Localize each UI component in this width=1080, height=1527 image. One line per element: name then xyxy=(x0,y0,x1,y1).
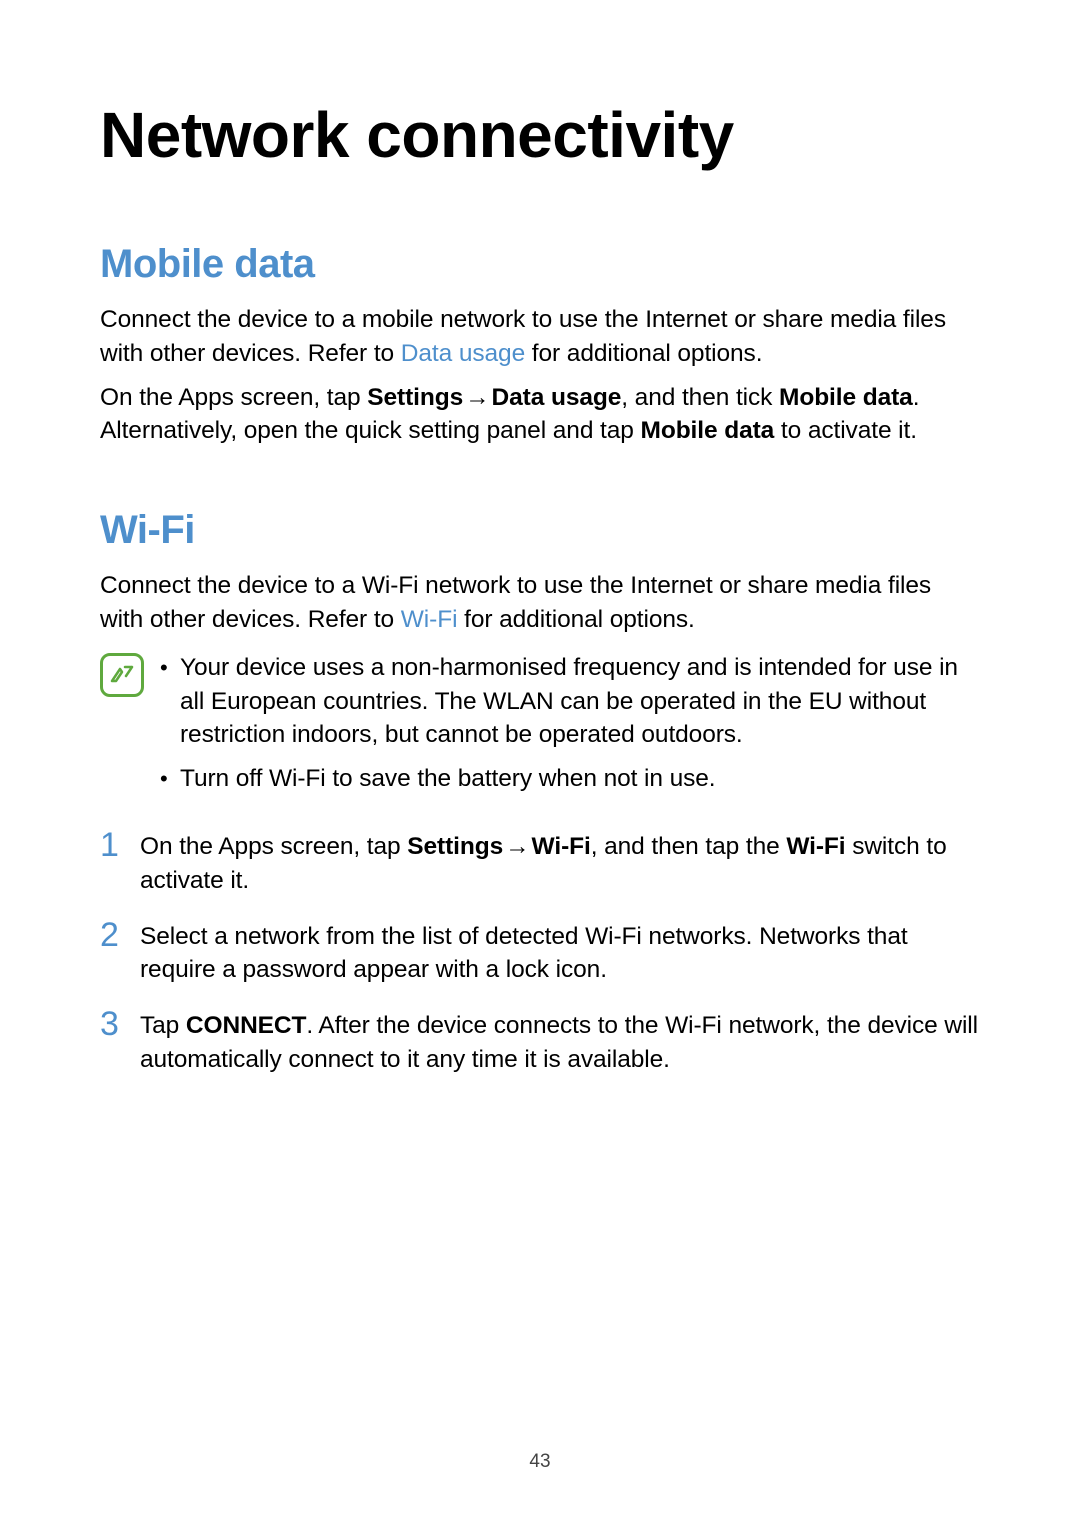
mobile-data-heading: Mobile data xyxy=(100,242,980,287)
wifi-link[interactable]: Wi-Fi xyxy=(401,606,458,633)
text: On the Apps screen, tap xyxy=(100,384,367,411)
document-page: Network connectivity Mobile data Connect… xyxy=(0,0,1080,1527)
text: , and then tick xyxy=(621,384,779,411)
mobile-data-label: Mobile data xyxy=(641,417,775,444)
wifi-label: Wi-Fi xyxy=(786,833,845,860)
note-item: Your device uses a non-harmonised freque… xyxy=(156,651,980,752)
mobile-data-paragraph-2: On the Apps screen, tap Settings → Data … xyxy=(100,381,980,449)
data-usage-link[interactable]: Data usage xyxy=(401,340,525,367)
mobile-data-paragraph-1: Connect the device to a mobile network t… xyxy=(100,303,980,371)
wifi-steps: On the Apps screen, tap Settings → Wi-Fi… xyxy=(100,830,980,1077)
text: to activate it. xyxy=(774,417,917,444)
text: , and then tap the xyxy=(591,833,787,860)
step-item: Select a network from the list of detect… xyxy=(100,920,980,988)
note-body: Your device uses a non-harmonised freque… xyxy=(156,651,980,806)
settings-label: Settings xyxy=(367,384,463,411)
arrow-icon: → xyxy=(503,830,531,864)
text: Tap xyxy=(140,1012,186,1039)
wifi-heading: Wi-Fi xyxy=(100,508,980,553)
page-number: 43 xyxy=(0,1451,1080,1473)
connect-label: CONNECT xyxy=(186,1012,306,1039)
step-item: Tap CONNECT. After the device connects t… xyxy=(100,1009,980,1077)
notes-block: Your device uses a non-harmonised freque… xyxy=(100,651,980,806)
arrow-icon: → xyxy=(463,381,491,415)
note-icon-column xyxy=(100,651,156,697)
step-item: On the Apps screen, tap Settings → Wi-Fi… xyxy=(100,830,980,898)
note-list: Your device uses a non-harmonised freque… xyxy=(156,651,980,796)
note-item: Turn off Wi-Fi to save the battery when … xyxy=(156,762,980,796)
page-title: Network connectivity xyxy=(100,98,980,172)
settings-label: Settings xyxy=(407,833,503,860)
text: for additional options. xyxy=(525,340,762,367)
data-usage-label: Data usage xyxy=(492,384,622,411)
wifi-paragraph-1: Connect the device to a Wi-Fi network to… xyxy=(100,569,980,637)
note-icon xyxy=(100,653,144,697)
mobile-data-label: Mobile data xyxy=(779,384,913,411)
text: On the Apps screen, tap xyxy=(140,833,407,860)
text: for additional options. xyxy=(457,606,694,633)
wifi-label: Wi-Fi xyxy=(532,833,591,860)
